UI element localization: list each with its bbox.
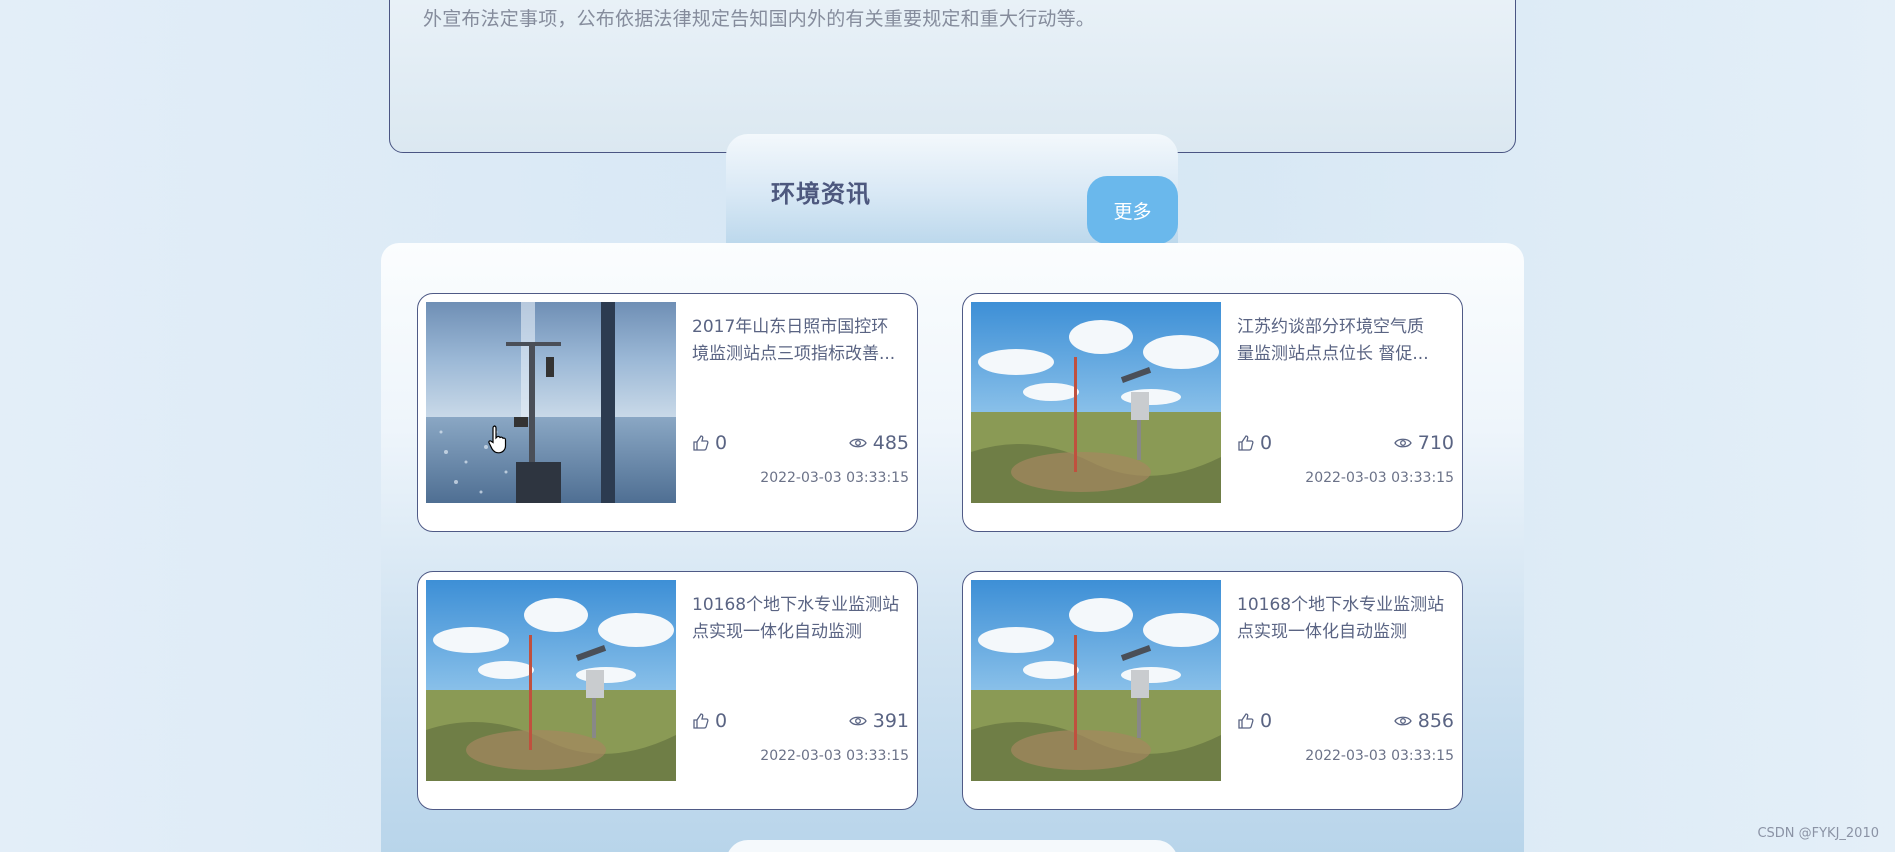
eye-icon [848, 716, 867, 726]
like-counter[interactable]: 0 [692, 710, 727, 732]
view-counter: 485 [848, 432, 909, 454]
eye-icon [1393, 438, 1412, 448]
news-panel: 2017年山东日照市国控环 境监测站点三项指标改善... 0 485 2022-… [381, 243, 1524, 852]
news-card[interactable]: 10168个地下水专业监测站 点实现一体化自动监测 0 391 2022-03-… [417, 571, 918, 810]
news-thumbnail[interactable] [971, 580, 1221, 781]
eye-icon [848, 438, 867, 448]
news-title[interactable]: 10168个地下水专业监测站 点实现一体化自动监测 [1237, 592, 1455, 646]
news-thumbnail[interactable] [426, 302, 676, 503]
news-title[interactable]: 江苏约谈部分环境空气质 量监测站点点位长 督促... [1237, 314, 1455, 368]
news-date: 2022-03-03 03:33:15 [760, 470, 909, 486]
section-header: 环境资讯 更多 [726, 134, 1178, 244]
like-count: 0 [715, 432, 728, 454]
thumbs-up-icon [693, 435, 709, 451]
news-date: 2022-03-03 03:33:15 [1305, 470, 1454, 486]
news-card[interactable]: 2017年山东日照市国控环 境监测站点三项指标改善... 0 485 2022-… [417, 293, 918, 532]
notice-panel: 外宣布法定事项，公布依据法律规定告知国内外的有关重要规定和重大行动等。 [389, 0, 1516, 153]
watermark: CSDN @FYKJ_2010 [1757, 826, 1879, 841]
section-title: 环境资讯 [771, 180, 871, 208]
news-date: 2022-03-03 03:33:15 [1305, 748, 1454, 764]
like-count: 0 [1260, 432, 1273, 454]
view-counter: 710 [1393, 432, 1454, 454]
news-date: 2022-03-03 03:33:15 [760, 748, 909, 764]
like-count: 0 [1260, 710, 1273, 732]
eye-icon [1393, 716, 1412, 726]
news-title[interactable]: 10168个地下水专业监测站 点实现一体化自动监测 [692, 592, 910, 646]
news-card[interactable]: 江苏约谈部分环境空气质 量监测站点点位长 督促... 0 710 2022-03… [962, 293, 1463, 532]
news-thumbnail[interactable] [426, 580, 676, 781]
next-section-tab [726, 840, 1178, 852]
view-counter: 391 [848, 710, 909, 732]
like-counter[interactable]: 0 [1237, 710, 1272, 732]
thumbs-up-icon [1238, 435, 1254, 451]
notice-text: 外宣布法定事项，公布依据法律规定告知国内外的有关重要规定和重大行动等。 [423, 8, 1096, 30]
hand-cursor-icon [488, 425, 507, 454]
news-thumbnail[interactable] [971, 302, 1221, 503]
news-title[interactable]: 2017年山东日照市国控环 境监测站点三项指标改善... [692, 314, 910, 368]
view-count: 856 [1417, 710, 1454, 732]
view-count: 485 [872, 432, 909, 454]
thumbs-up-icon [693, 713, 709, 729]
more-button[interactable]: 更多 [1087, 176, 1178, 244]
thumbs-up-icon [1238, 713, 1254, 729]
view-counter: 856 [1393, 710, 1454, 732]
like-count: 0 [715, 710, 728, 732]
like-counter[interactable]: 0 [692, 432, 727, 454]
news-card[interactable]: 10168个地下水专业监测站 点实现一体化自动监测 0 856 2022-03-… [962, 571, 1463, 810]
view-count: 710 [1417, 432, 1454, 454]
view-count: 391 [872, 710, 909, 732]
like-counter[interactable]: 0 [1237, 432, 1272, 454]
